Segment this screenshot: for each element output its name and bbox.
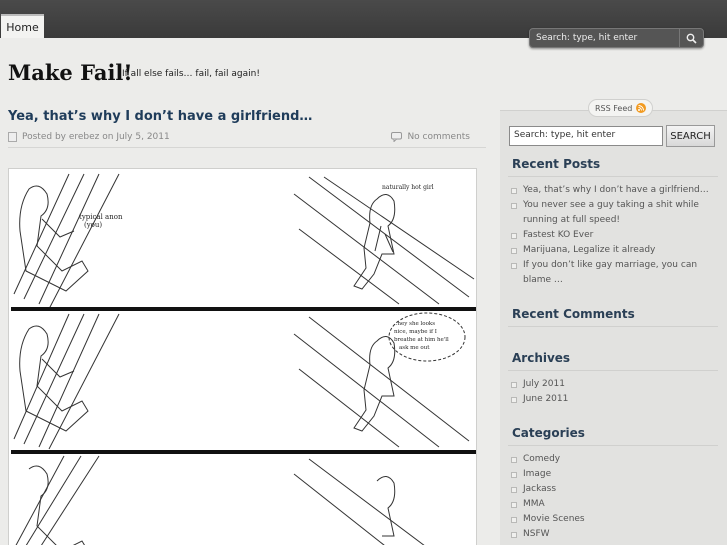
top-navigation-bar: Home Search: type, hit enter [0, 0, 727, 48]
bullet-icon [511, 457, 517, 463]
archive-link[interactable]: June 2011 [523, 394, 568, 404]
rss-icon [636, 103, 647, 113]
category-link[interactable]: NSFW [523, 529, 550, 539]
comic-speech-line-4: ask me out [399, 345, 430, 351]
comic-speech-line-3: breathe at him he'll [394, 337, 449, 343]
category-item[interactable]: MMA [511, 497, 716, 512]
bullet-icon [511, 517, 517, 523]
comic-divider-1 [11, 307, 476, 311]
comment-bubble-icon [391, 132, 403, 142]
category-item[interactable]: Movie Scenes [511, 512, 716, 527]
recent-post-link[interactable]: Fastest KO Ever [523, 230, 593, 240]
bullet-icon [511, 188, 517, 194]
comic-divider-2 [11, 450, 476, 454]
sidebar-search-input[interactable]: Search: type, hit enter [509, 126, 663, 146]
recent-posts-title: Recent Posts [512, 157, 601, 171]
recent-post-item[interactable]: If you don’t like gay marriage, you can … [511, 258, 716, 288]
category-item[interactable]: Comedy [511, 452, 716, 467]
divider [508, 370, 718, 371]
category-link[interactable]: Comedy [523, 454, 560, 464]
comic-label-girl: naturally hot girl [382, 184, 434, 191]
recent-post-item[interactable]: You never see a guy taking a shit while … [511, 198, 716, 228]
archives-title: Archives [512, 351, 571, 365]
bullet-icon [511, 487, 517, 493]
bullet-icon [511, 472, 517, 478]
site-title[interactable]: Make Fail! [8, 60, 133, 85]
search-icon [686, 33, 697, 44]
categories-title: Categories [512, 426, 585, 440]
rss-feed-link[interactable]: RSS Feed [588, 99, 654, 117]
recent-post-link[interactable]: You never see a guy taking a shit while … [523, 200, 699, 225]
divider [508, 176, 718, 177]
sidebar: RSS Feed Search: type, hit enter SEARCH … [500, 99, 727, 545]
bullet-icon [511, 397, 517, 403]
post-byline: Posted by erebez on July 5, 2011 [22, 132, 170, 142]
comments-link[interactable]: No comments [407, 132, 470, 142]
post-title-link[interactable]: Yea, that’s why I don’t have a girlfrien… [8, 109, 312, 124]
bullet-icon [511, 248, 517, 254]
recent-post-link[interactable]: If you don’t like gay marriage, you can … [523, 260, 697, 285]
archive-item[interactable]: June 2011 [511, 392, 716, 407]
comic-panel-3 [15, 455, 425, 545]
bullet-icon [511, 382, 517, 388]
nav-home-tab[interactable]: Home [1, 14, 44, 38]
site-tagline: If all else fails… fail, fail again! [122, 69, 260, 79]
comic-image: typical anon (you) naturally hot girl ..… [8, 168, 477, 545]
comic-label-anon: typical anon [79, 213, 123, 221]
top-search-button[interactable] [679, 29, 703, 47]
comic-drawing: typical anon (you) naturally hot girl ..… [11, 173, 476, 545]
comic-label-anon-you: (you) [84, 221, 102, 229]
sidebar-search-button[interactable]: SEARCH [666, 125, 715, 147]
bullet-icon [511, 203, 517, 209]
comic-speech-line-2: nice, maybe if I [394, 329, 437, 335]
top-search-input[interactable]: Search: type, hit enter [530, 33, 679, 43]
recent-post-item[interactable]: Fastest KO Ever [511, 228, 716, 243]
categories-list: Comedy Image Jackass MMA Movie Scenes NS… [511, 452, 716, 542]
recent-post-link[interactable]: Marijuana, Legalize it already [523, 245, 655, 255]
recent-post-link[interactable]: Yea, that’s why I don’t have a girlfrien… [523, 185, 709, 195]
recent-posts-list: Yea, that’s why I don’t have a girlfrien… [511, 183, 716, 288]
post-meta: Posted by erebez on July 5, 2011 No comm… [8, 130, 486, 148]
divider [508, 445, 718, 446]
category-link[interactable]: MMA [523, 499, 545, 509]
comic-speech-bubble: ..hey she looks [394, 321, 435, 327]
category-link[interactable]: Image [523, 469, 551, 479]
bullet-icon [511, 263, 517, 269]
category-item[interactable]: Image [511, 467, 716, 482]
archives-list: July 2011 June 2011 [511, 377, 716, 407]
bullet-icon [511, 532, 517, 538]
bullet-icon [511, 502, 517, 508]
divider [508, 326, 718, 327]
archive-item[interactable]: July 2011 [511, 377, 716, 392]
recent-post-item[interactable]: Marijuana, Legalize it already [511, 243, 716, 258]
category-item[interactable]: Jackass [511, 482, 716, 497]
recent-comments-title: Recent Comments [512, 307, 635, 321]
comic-panel-1 [13, 173, 475, 310]
category-link[interactable]: Movie Scenes [523, 514, 585, 524]
rss-label: RSS Feed [595, 103, 633, 113]
bullet-icon [511, 233, 517, 239]
category-link[interactable]: Jackass [523, 484, 556, 494]
top-search-box[interactable]: Search: type, hit enter [529, 28, 704, 48]
category-item[interactable]: NSFW [511, 527, 716, 542]
recent-post-item[interactable]: Yea, that’s why I don’t have a girlfrien… [511, 183, 716, 198]
archive-link[interactable]: July 2011 [523, 379, 565, 389]
document-icon [8, 132, 17, 142]
